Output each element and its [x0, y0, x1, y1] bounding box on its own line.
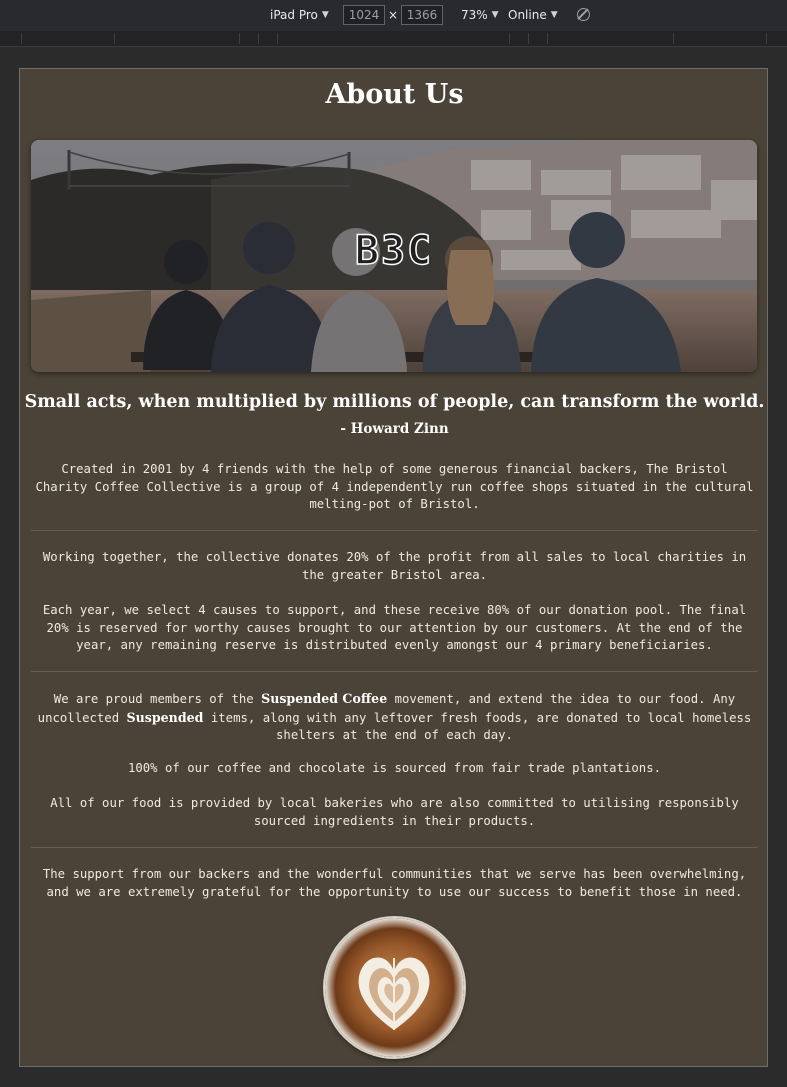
donation-paragraph: Working together, the collective donates… [42, 550, 747, 582]
suspended-coffee-bold: Suspended Coffee [261, 691, 388, 706]
quote-text: Small acts, when multiplied by millions … [24, 392, 765, 412]
quote-author: - Howard Zinn [340, 421, 449, 437]
bakeries-paragraph: All of our food is provided by local bak… [50, 796, 739, 828]
section-divider [31, 671, 757, 672]
network-label: Online [508, 8, 547, 22]
zoom-label: 73% [461, 8, 488, 22]
thanks-paragraph: The support from our backers and the won… [42, 867, 747, 899]
chevron-down-icon: ▼ [321, 10, 329, 20]
dimension-separator: × [388, 8, 399, 22]
network-throttle-select[interactable]: Online ▼ [508, 8, 558, 22]
height-input[interactable]: 1366 [401, 5, 443, 25]
latte-heart-icon [325, 918, 464, 1057]
chevron-down-icon: ▼ [491, 10, 499, 20]
suspended-text-3: items, along with any leftover fresh foo… [203, 710, 752, 743]
b3c-logo: B3C [354, 227, 434, 275]
devtools-device-toolbar: iPad Pro ▼ 1024 × 1366 73% ▼ Online ▼ [0, 0, 787, 31]
device-select[interactable]: iPad Pro ▼ [270, 8, 329, 22]
intro-paragraph: Created in 2001 by 4 friends with the he… [35, 462, 754, 512]
device-label: iPad Pro [270, 8, 318, 22]
causes-paragraph: Each year, we select 4 causes to support… [42, 603, 747, 653]
chevron-down-icon: ▼ [550, 10, 558, 20]
hero-image: B3C [31, 140, 757, 372]
zoom-select[interactable]: 73% ▼ [461, 8, 499, 22]
fair-trade-paragraph: 100% of our coffee and chocolate is sour… [127, 761, 662, 775]
page-title: About Us [325, 79, 464, 110]
section-divider [31, 530, 757, 531]
suspended-coffee-paragraph: We are proud members of the Suspended Co… [34, 690, 755, 745]
rotate-icon[interactable] [577, 8, 590, 21]
about-page: About Us B3C Small acts, when multiplied… [19, 68, 768, 1067]
suspended-text-1: We are proud members of the [53, 692, 262, 706]
suspended-bold: Suspended [126, 709, 204, 725]
width-input[interactable]: 1024 [343, 5, 385, 25]
media-query-ruler [0, 31, 787, 47]
latte-art-image [325, 918, 464, 1057]
section-divider [31, 847, 757, 848]
